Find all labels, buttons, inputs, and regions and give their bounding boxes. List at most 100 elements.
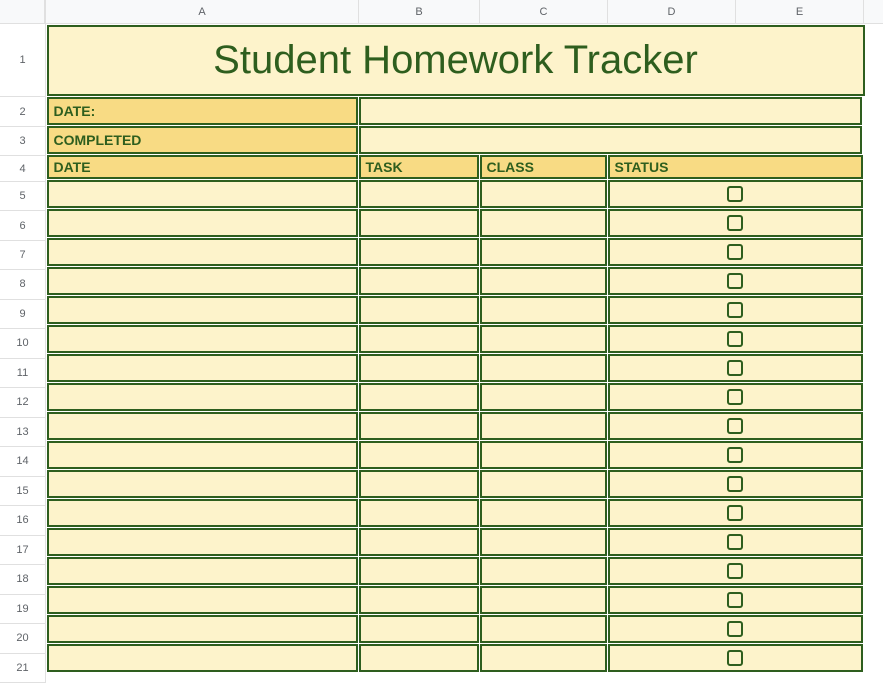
task-cell[interactable] bbox=[359, 209, 479, 237]
class-cell[interactable] bbox=[480, 354, 607, 382]
header-class[interactable]: CLASS bbox=[480, 155, 607, 179]
status-cell[interactable] bbox=[608, 325, 863, 353]
row-header[interactable]: 10 bbox=[0, 329, 45, 358]
checkbox-icon[interactable] bbox=[727, 476, 743, 492]
task-cell[interactable] bbox=[359, 615, 479, 643]
status-cell[interactable] bbox=[608, 238, 863, 266]
date-cell[interactable] bbox=[47, 325, 358, 353]
status-cell[interactable] bbox=[608, 267, 863, 295]
date-cell[interactable] bbox=[47, 586, 358, 614]
row-header[interactable]: 15 bbox=[0, 477, 45, 506]
task-cell[interactable] bbox=[359, 267, 479, 295]
task-cell[interactable] bbox=[359, 586, 479, 614]
column-header[interactable]: A bbox=[46, 0, 359, 23]
row-header[interactable]: 3 bbox=[0, 127, 45, 156]
class-cell[interactable] bbox=[480, 180, 607, 208]
row-header[interactable]: 21 bbox=[0, 654, 45, 683]
column-header[interactable]: D bbox=[608, 0, 736, 23]
checkbox-icon[interactable] bbox=[727, 505, 743, 521]
date-cell[interactable] bbox=[47, 615, 358, 643]
task-cell[interactable] bbox=[359, 441, 479, 469]
checkbox-icon[interactable] bbox=[727, 215, 743, 231]
task-cell[interactable] bbox=[359, 470, 479, 498]
class-cell[interactable] bbox=[480, 412, 607, 440]
status-cell[interactable] bbox=[608, 557, 863, 585]
date-cell[interactable] bbox=[47, 441, 358, 469]
checkbox-icon[interactable] bbox=[727, 592, 743, 608]
date-cell[interactable] bbox=[47, 644, 358, 672]
checkbox-icon[interactable] bbox=[727, 563, 743, 579]
class-cell[interactable] bbox=[480, 557, 607, 585]
date-value-cell[interactable] bbox=[359, 97, 862, 125]
row-header[interactable]: 4 bbox=[0, 156, 45, 182]
status-cell[interactable] bbox=[608, 412, 863, 440]
date-cell[interactable] bbox=[47, 383, 358, 411]
date-cell[interactable] bbox=[47, 267, 358, 295]
task-cell[interactable] bbox=[359, 412, 479, 440]
column-header[interactable]: C bbox=[480, 0, 608, 23]
row-header[interactable]: 14 bbox=[0, 447, 45, 476]
checkbox-icon[interactable] bbox=[727, 186, 743, 202]
row-header[interactable]: 9 bbox=[0, 300, 45, 329]
class-cell[interactable] bbox=[480, 528, 607, 556]
checkbox-icon[interactable] bbox=[727, 244, 743, 260]
class-cell[interactable] bbox=[480, 267, 607, 295]
checkbox-icon[interactable] bbox=[727, 621, 743, 637]
date-cell[interactable] bbox=[47, 238, 358, 266]
class-cell[interactable] bbox=[480, 586, 607, 614]
task-cell[interactable] bbox=[359, 296, 479, 324]
checkbox-icon[interactable] bbox=[727, 418, 743, 434]
status-cell[interactable] bbox=[608, 296, 863, 324]
row-header[interactable]: 19 bbox=[0, 595, 45, 624]
task-cell[interactable] bbox=[359, 499, 479, 527]
row-header[interactable]: 2 bbox=[0, 97, 45, 126]
class-cell[interactable] bbox=[480, 441, 607, 469]
column-header[interactable]: B bbox=[359, 0, 480, 23]
checkbox-icon[interactable] bbox=[727, 389, 743, 405]
task-cell[interactable] bbox=[359, 354, 479, 382]
task-cell[interactable] bbox=[359, 238, 479, 266]
class-cell[interactable] bbox=[480, 499, 607, 527]
date-cell[interactable] bbox=[47, 528, 358, 556]
header-date[interactable]: DATE bbox=[47, 155, 358, 179]
row-header[interactable]: 1 bbox=[0, 24, 45, 98]
checkbox-icon[interactable] bbox=[727, 273, 743, 289]
status-cell[interactable] bbox=[608, 528, 863, 556]
date-cell[interactable] bbox=[47, 296, 358, 324]
status-cell[interactable] bbox=[608, 499, 863, 527]
status-cell[interactable] bbox=[608, 383, 863, 411]
corner-cell[interactable] bbox=[0, 0, 45, 24]
checkbox-icon[interactable] bbox=[727, 331, 743, 347]
class-cell[interactable] bbox=[480, 644, 607, 672]
completed-label-cell[interactable]: COMPLETED bbox=[47, 126, 358, 154]
row-header[interactable]: 7 bbox=[0, 241, 45, 270]
class-cell[interactable] bbox=[480, 238, 607, 266]
class-cell[interactable] bbox=[480, 325, 607, 353]
completed-value-cell[interactable] bbox=[359, 126, 862, 154]
title-cell[interactable]: Student Homework Tracker bbox=[47, 25, 865, 96]
status-cell[interactable] bbox=[608, 586, 863, 614]
column-header[interactable]: E bbox=[736, 0, 864, 23]
status-cell[interactable] bbox=[608, 470, 863, 498]
date-cell[interactable] bbox=[47, 209, 358, 237]
date-cell[interactable] bbox=[47, 470, 358, 498]
status-cell[interactable] bbox=[608, 180, 863, 208]
row-header[interactable]: 11 bbox=[0, 359, 45, 388]
date-cell[interactable] bbox=[47, 412, 358, 440]
date-cell[interactable] bbox=[47, 557, 358, 585]
checkbox-icon[interactable] bbox=[727, 650, 743, 666]
status-cell[interactable] bbox=[608, 615, 863, 643]
status-cell[interactable] bbox=[608, 441, 863, 469]
checkbox-icon[interactable] bbox=[727, 447, 743, 463]
status-cell[interactable] bbox=[608, 354, 863, 382]
row-header[interactable]: 20 bbox=[0, 624, 45, 653]
status-cell[interactable] bbox=[608, 644, 863, 672]
status-cell[interactable] bbox=[608, 209, 863, 237]
row-header[interactable]: 6 bbox=[0, 211, 45, 240]
row-header[interactable]: 16 bbox=[0, 506, 45, 535]
date-cell[interactable] bbox=[47, 180, 358, 208]
header-status[interactable]: STATUS bbox=[608, 155, 863, 179]
class-cell[interactable] bbox=[480, 615, 607, 643]
task-cell[interactable] bbox=[359, 383, 479, 411]
task-cell[interactable] bbox=[359, 180, 479, 208]
